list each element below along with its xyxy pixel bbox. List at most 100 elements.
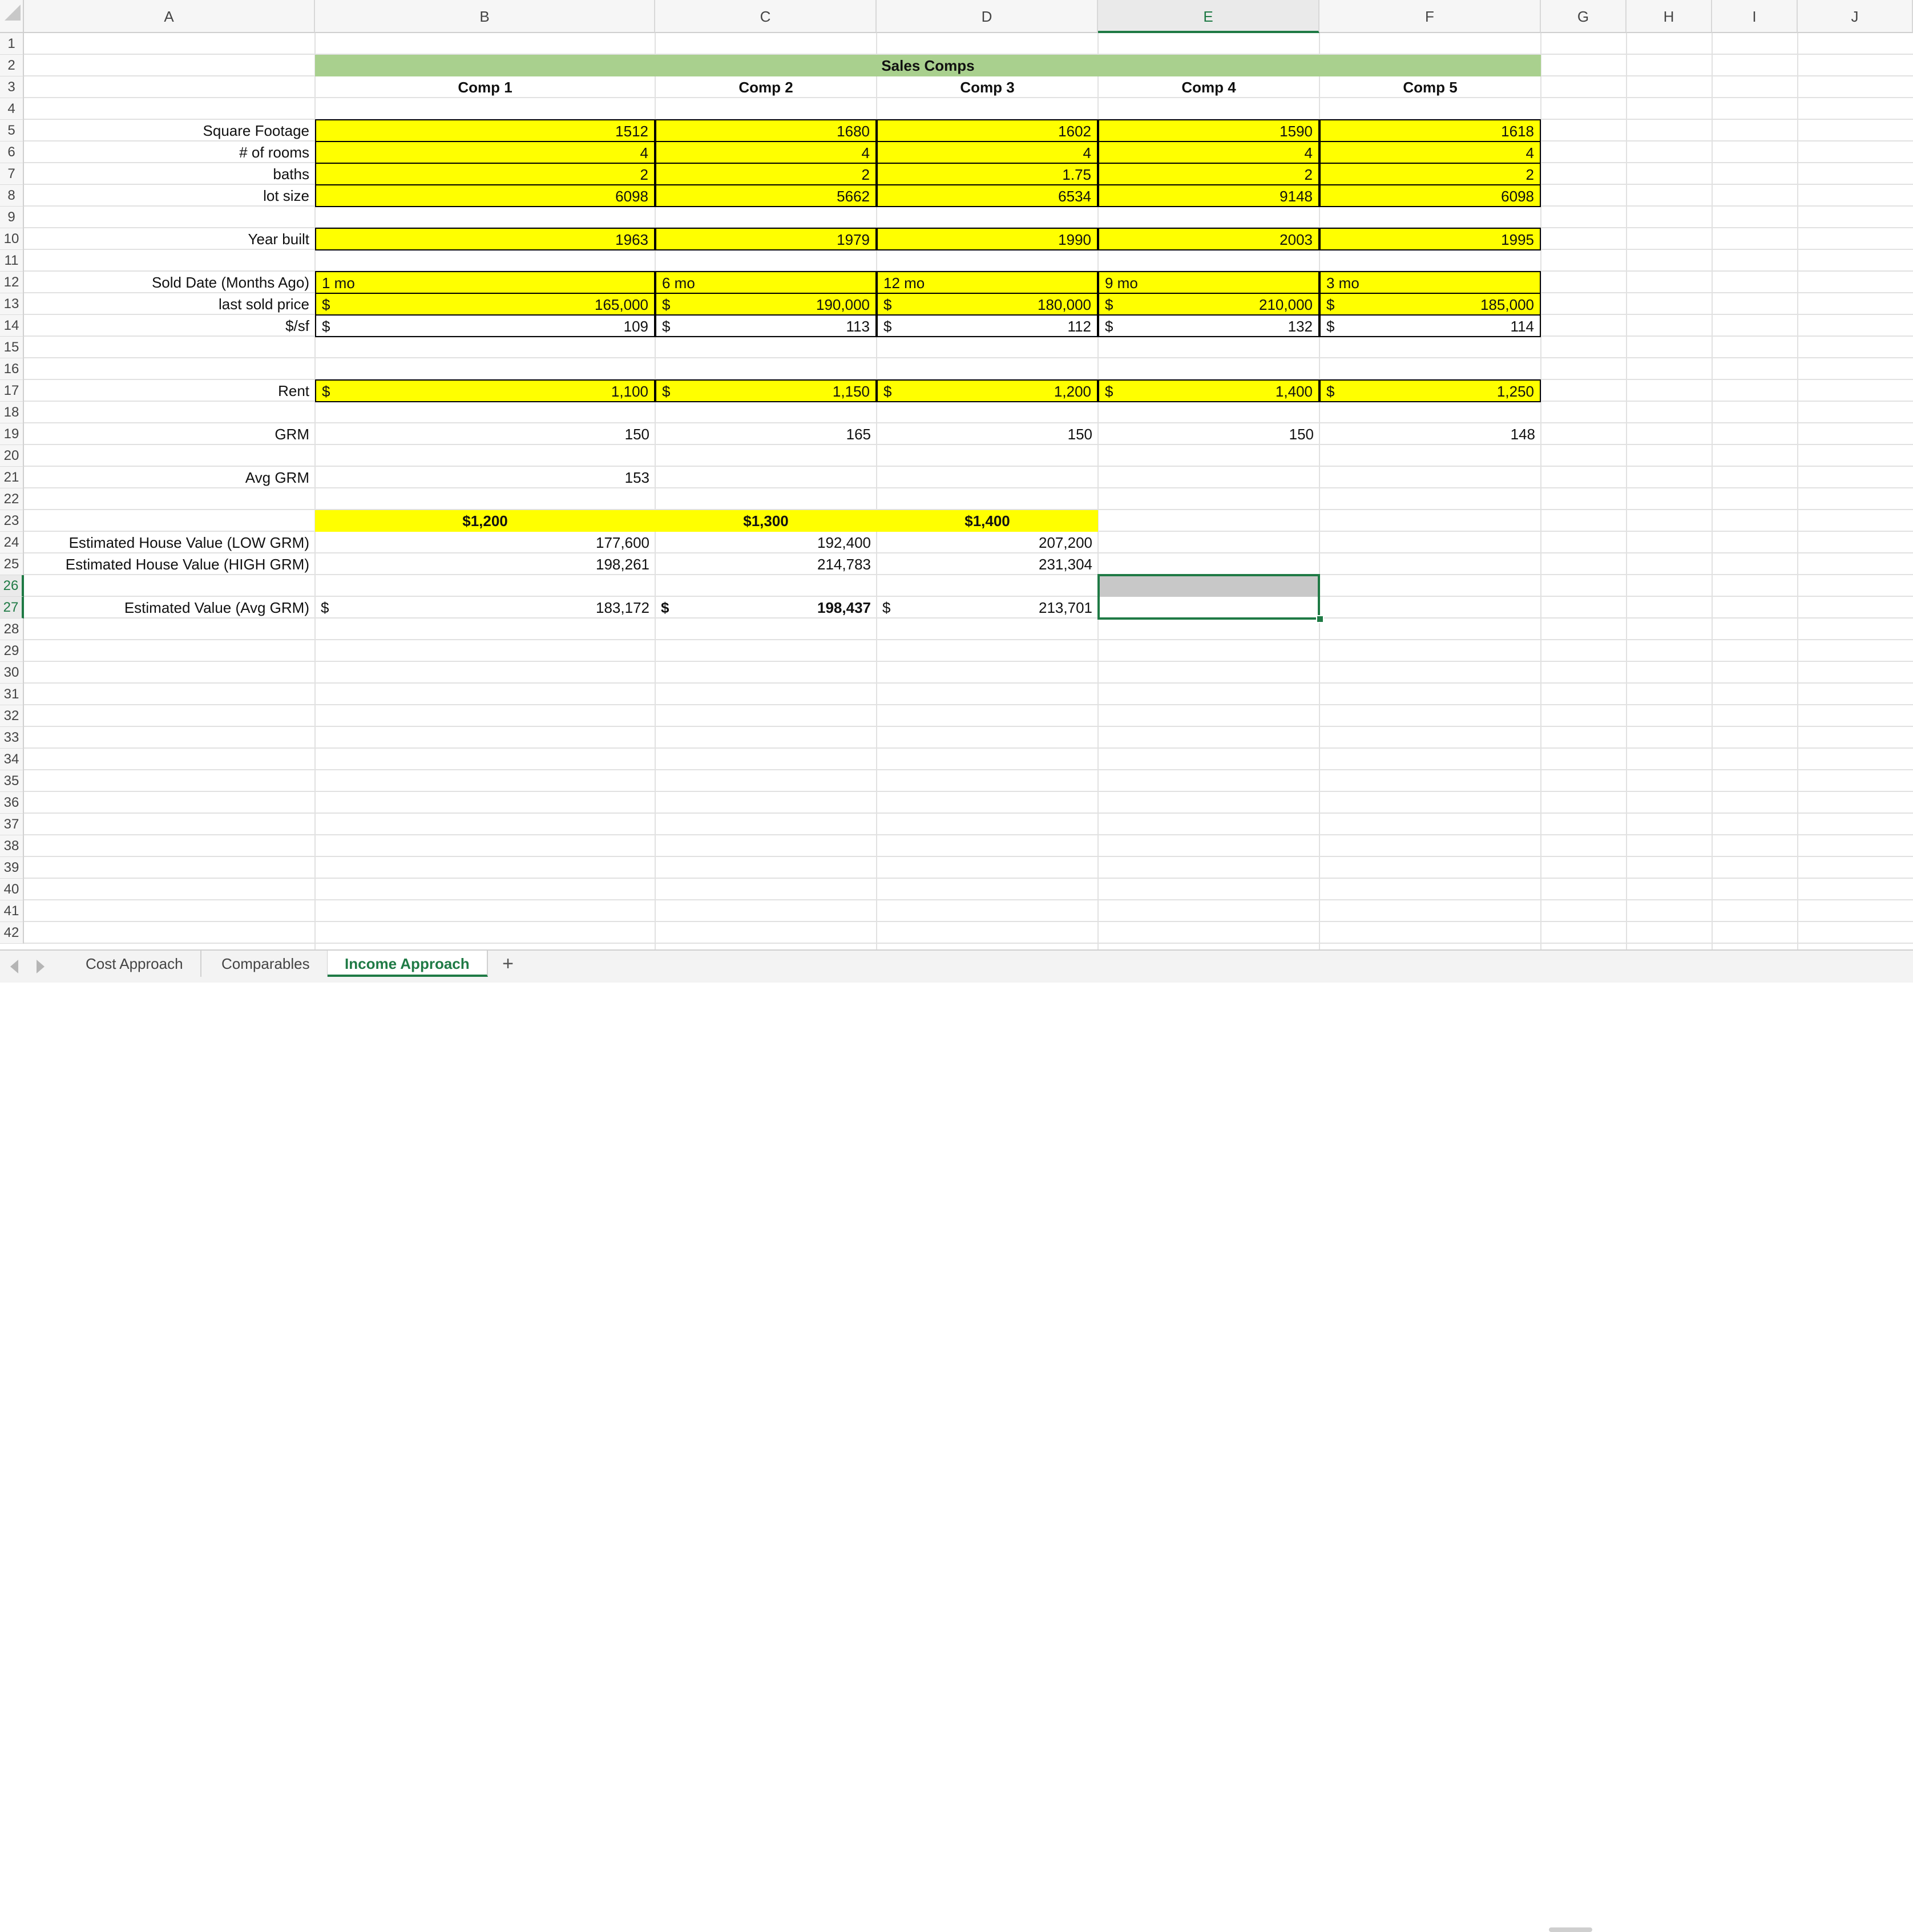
cell-rooms-comp-4[interactable]: 4 <box>1098 141 1319 164</box>
cell-grm-comp-1[interactable]: 150 <box>315 423 655 445</box>
comp-header-1[interactable]: Comp 1 <box>315 76 655 98</box>
cell-rooms-comp-1[interactable]: 4 <box>315 141 655 164</box>
row-header-17[interactable]: 17 <box>0 380 24 402</box>
label-baths[interactable]: baths <box>24 163 315 185</box>
cell-avg-value-3[interactable]: $213,701 <box>877 597 1098 619</box>
row-header-42[interactable]: 42 <box>0 922 24 944</box>
row-header-37[interactable]: 37 <box>0 814 24 835</box>
row-header-41[interactable]: 41 <box>0 900 24 922</box>
cell-grm-comp-4[interactable]: 150 <box>1098 423 1319 445</box>
cell-grm-comp-2[interactable]: 165 <box>655 423 877 445</box>
cell-avg-value-1[interactable]: $183,172 <box>315 597 655 619</box>
cell-rooms-comp-2[interactable]: 4 <box>655 141 877 164</box>
add-sheet-button[interactable]: + <box>491 951 525 977</box>
column-header-b[interactable]: B <box>315 0 655 33</box>
comp-header-4[interactable]: Comp 4 <box>1098 76 1319 98</box>
cell-year-comp-1[interactable]: 1963 <box>315 228 655 250</box>
row-header-5[interactable]: 5 <box>0 120 24 142</box>
label-sqft[interactable]: Square Footage <box>24 120 315 142</box>
cell-lot-comp-2[interactable]: 5662 <box>655 184 877 207</box>
cell-sqft-comp-3[interactable]: 1602 <box>877 119 1098 142</box>
row-header-25[interactable]: 25 <box>0 553 24 575</box>
row-header-23[interactable]: 23 <box>0 510 24 532</box>
cell-baths-comp-2[interactable]: 2 <box>655 163 877 185</box>
cell-rent-comp-5[interactable]: $1,250 <box>1319 379 1541 402</box>
comp-header-3[interactable]: Comp 3 <box>877 76 1098 98</box>
tab-comparables[interactable]: Comparables <box>204 951 328 977</box>
row-header-33[interactable]: 33 <box>0 727 24 749</box>
row-header-29[interactable]: 29 <box>0 640 24 662</box>
row-header-36[interactable]: 36 <box>0 792 24 814</box>
cell-rent-scenario-1[interactable]: $1,200 <box>315 510 655 532</box>
row-header-13[interactable]: 13 <box>0 293 24 315</box>
cell-lot-comp-1[interactable]: 6098 <box>315 184 655 207</box>
cell-rent-comp-2[interactable]: $1,150 <box>655 379 877 402</box>
row-header-28[interactable]: 28 <box>0 619 24 640</box>
label-price[interactable]: last sold price <box>24 293 315 315</box>
label-psf[interactable]: $/sf <box>24 315 315 337</box>
cell-sold-comp-1[interactable]: 1 mo <box>315 271 655 294</box>
spreadsheet-grid[interactable]: ABCDEFGHIJ 1 2 3 4 5 6 7 8 9 10 11 12 13 14 15 16 17 18 19… <box>0 0 1913 949</box>
label-grm[interactable]: GRM <box>24 423 315 445</box>
cell-sqft-comp-1[interactable]: 1512 <box>315 119 655 142</box>
cell-sqft-comp-5[interactable]: 1618 <box>1319 119 1541 142</box>
cell-grm-comp-3[interactable]: 150 <box>877 423 1098 445</box>
label-rooms[interactable]: # of rooms <box>24 142 315 163</box>
cell-price-comp-1[interactable]: $165,000 <box>315 293 655 316</box>
label-sold[interactable]: Sold Date (Months Ago) <box>24 272 315 293</box>
column-header-j[interactable]: J <box>1798 0 1913 33</box>
row-header-14[interactable]: 14 <box>0 315 24 337</box>
row-header-4[interactable]: 4 <box>0 98 24 120</box>
label-high[interactable]: Estimated House Value (HIGH GRM) <box>24 553 315 575</box>
row-header-20[interactable]: 20 <box>0 445 24 467</box>
cell-rent-scenario-3[interactable]: $1,400 <box>877 510 1098 532</box>
row-header-38[interactable]: 38 <box>0 835 24 857</box>
row-header-30[interactable]: 30 <box>0 662 24 684</box>
cell-low-estimate-3[interactable]: 207,200 <box>877 532 1098 553</box>
column-header-d[interactable]: D <box>877 0 1098 33</box>
row-header-1[interactable]: 1 <box>0 33 24 55</box>
cell-sold-comp-3[interactable]: 12 mo <box>877 271 1098 294</box>
cell-high-estimate-2[interactable]: 214,783 <box>655 553 877 575</box>
fill-handle[interactable] <box>1316 615 1324 623</box>
cell-rooms-comp-3[interactable]: 4 <box>877 141 1098 164</box>
label-avg-grm[interactable]: Avg GRM <box>24 467 315 488</box>
cell-sqft-comp-4[interactable]: 1590 <box>1098 119 1319 142</box>
label-rent[interactable]: Rent <box>24 380 315 402</box>
horizontal-scrollbar[interactable] <box>1549 1927 1592 1932</box>
label-lot[interactable]: lot size <box>24 185 315 207</box>
comp-header-5[interactable]: Comp 5 <box>1319 76 1541 98</box>
row-header-10[interactable]: 10 <box>0 228 24 250</box>
cell-year-comp-5[interactable]: 1995 <box>1319 228 1541 250</box>
row-header-34[interactable]: 34 <box>0 749 24 770</box>
cell-rent-scenario-2[interactable]: $1,300 <box>655 510 877 532</box>
cell-avg-value-2[interactable]: $198,437 <box>655 597 877 619</box>
column-header-a[interactable]: A <box>24 0 315 33</box>
row-header-16[interactable]: 16 <box>0 358 24 380</box>
column-header-i[interactable]: I <box>1712 0 1798 33</box>
cell-high-estimate-3[interactable]: 231,304 <box>877 553 1098 575</box>
cell-lot-comp-3[interactable]: 6534 <box>877 184 1098 207</box>
cell-sold-comp-2[interactable]: 6 mo <box>655 271 877 294</box>
column-header-g[interactable]: G <box>1541 0 1627 33</box>
cell-psf-comp-5[interactable]: $114 <box>1319 314 1541 337</box>
row-header-26[interactable]: 26 <box>0 575 24 597</box>
cell-baths-comp-1[interactable]: 2 <box>315 163 655 185</box>
row-header-40[interactable]: 40 <box>0 879 24 900</box>
cell-sold-comp-4[interactable]: 9 mo <box>1098 271 1319 294</box>
cell-price-comp-5[interactable]: $185,000 <box>1319 293 1541 316</box>
row-header-39[interactable]: 39 <box>0 857 24 879</box>
label-avg-value[interactable]: Estimated Value (Avg GRM) <box>24 597 315 619</box>
row-header-6[interactable]: 6 <box>0 142 24 163</box>
label-low[interactable]: Estimated House Value (LOW GRM) <box>24 532 315 553</box>
row-header-2[interactable]: 2 <box>0 55 24 76</box>
row-header-35[interactable]: 35 <box>0 770 24 792</box>
row-header-22[interactable]: 22 <box>0 488 24 510</box>
cell-rent-comp-3[interactable]: $1,200 <box>877 379 1098 402</box>
column-header-c[interactable]: C <box>655 0 877 33</box>
row-header-31[interactable]: 31 <box>0 684 24 705</box>
row-header-32[interactable]: 32 <box>0 705 24 727</box>
cell-rooms-comp-5[interactable]: 4 <box>1319 141 1541 164</box>
cell-sold-comp-5[interactable]: 3 mo <box>1319 271 1541 294</box>
row-header-19[interactable]: 19 <box>0 423 24 445</box>
